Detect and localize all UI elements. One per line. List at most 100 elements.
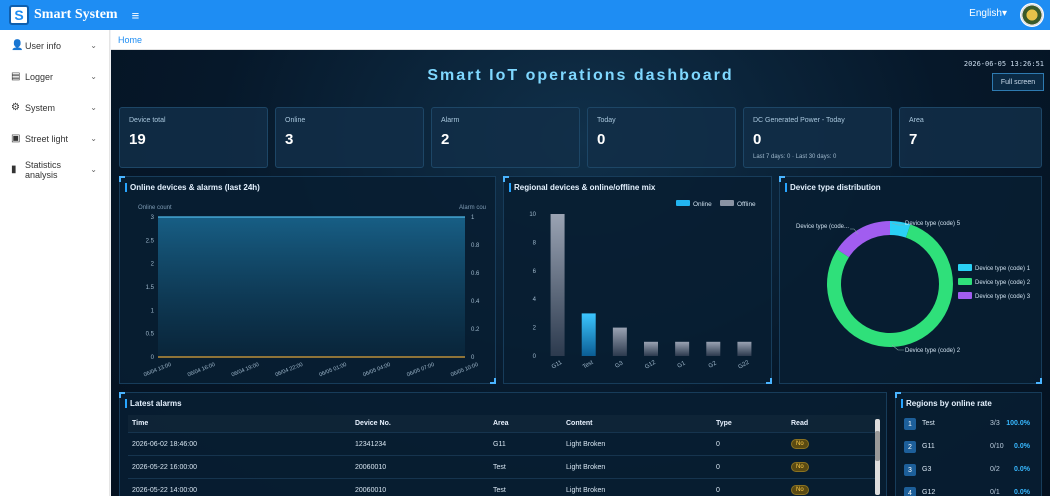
- sidebar-item-label: Logger: [25, 71, 54, 82]
- monitor-icon: ▣: [11, 133, 21, 144]
- legend-swatch-online: [676, 200, 690, 206]
- stat-value: 0: [753, 131, 762, 148]
- legend-label: Device type (code) 1: [975, 266, 1031, 272]
- stat-label: Area: [909, 117, 924, 124]
- online-area: [158, 217, 465, 357]
- bar-offline: [550, 214, 565, 356]
- y-tick-label: 0.5: [146, 332, 155, 338]
- callout-label: Device type (code...: [796, 224, 849, 230]
- y2-tick-label: 0.4: [471, 299, 480, 305]
- sidebar: 👤 User info ⌄ ▤ Logger ⌄ ⚙ System ⌄ ▣ St…: [0, 30, 110, 496]
- page-title: Smart IoT operations dashboard: [427, 67, 734, 84]
- region-rate: 0.0%: [1014, 443, 1030, 450]
- panel-device-type: Device type distribution Device type (co…: [779, 176, 1042, 384]
- avatar[interactable]: [1020, 3, 1044, 27]
- cell-time: 2026-05-22 14:00:00: [132, 486, 197, 494]
- stat-label: DC Generated Power - Today: [753, 117, 845, 124]
- chevron-down-icon: ⌄: [90, 103, 97, 112]
- table-row[interactable]: 2026-05-22 14:00:00 20060010 Test Light …: [128, 479, 880, 496]
- x-tick-label: G11: [551, 359, 564, 370]
- stat-card-device-total: Device total 19: [119, 107, 268, 168]
- cell-content: Light Broken: [566, 440, 606, 448]
- cell-area: G11: [493, 440, 506, 448]
- datetime-display: 2026-06-05 13:26:51: [963, 60, 1044, 68]
- stat-label: Device total: [129, 117, 166, 124]
- cell-time: 2026-05-22 16:00:00: [132, 463, 197, 471]
- fullscreen-button[interactable]: Full screen: [992, 73, 1044, 91]
- scrollbar-thumb[interactable]: [875, 431, 880, 461]
- device-type-donut-chart: Device type (code) 5 Device type (code...…: [796, 221, 1031, 354]
- menu-toggle-icon[interactable]: ≡: [132, 8, 140, 23]
- column-header: Read: [791, 420, 809, 427]
- stat-card-area: Area 7: [899, 107, 1042, 168]
- app-logo: S: [9, 5, 29, 25]
- x-tick-label: G2: [708, 360, 719, 370]
- bar-offline: [675, 341, 690, 356]
- stat-card-dc-power: DC Generated Power - Today 0 Last 7 days…: [743, 107, 892, 168]
- legend-swatch: [958, 264, 972, 271]
- cell-content: Light Broken: [566, 486, 606, 494]
- sidebar-item-logger[interactable]: ▤ Logger ⌄: [0, 61, 109, 92]
- y2-tick-label: 0.8: [471, 243, 480, 249]
- region-rate: 0.0%: [1014, 489, 1030, 496]
- stat-subtext: Last 7 days: 0 · Last 30 days: 0: [753, 154, 837, 160]
- region-name: Test: [922, 420, 935, 427]
- x-tick-label: 06/05 04:00: [362, 362, 391, 378]
- region-rate: 0.0%: [1014, 466, 1030, 473]
- region-name: G12: [922, 489, 936, 496]
- y2-tick-label: 0.2: [471, 327, 480, 333]
- chevron-down-icon: ⌄: [90, 134, 97, 143]
- stat-value: 0: [597, 131, 606, 148]
- sidebar-item-street-light[interactable]: ▣ Street light ⌄: [0, 123, 109, 154]
- sidebar-item-system[interactable]: ⚙ System ⌄: [0, 92, 109, 123]
- brand-name: Smart System: [34, 7, 118, 22]
- read-status-badge: No: [791, 462, 809, 472]
- panel-title: Latest alarms: [130, 399, 182, 408]
- sidebar-item-statistics-analysis[interactable]: ▮ Statistics analysis ⌄: [0, 154, 109, 185]
- bar-offline: [612, 327, 627, 356]
- panel-regions-online-rate: Regions by online rate 1 Test 3/3 100.0%…: [895, 392, 1042, 496]
- bar-offline: [644, 341, 658, 356]
- chevron-down-icon: ⌄: [90, 41, 97, 50]
- legend-label: Device type (code) 3: [975, 294, 1031, 300]
- panel-regional: Regional devices & online/offline mix 02…: [503, 176, 772, 384]
- region-rank: 3: [904, 464, 916, 476]
- region-count: 0/10: [990, 443, 1004, 450]
- stat-label: Online: [285, 117, 306, 124]
- breadcrumb: Home: [111, 30, 1050, 50]
- y-tick-label: 2: [151, 262, 155, 268]
- chevron-down-icon: ⌄: [90, 165, 97, 174]
- table-row[interactable]: 2026-05-22 16:00:00 20060010 Test Light …: [128, 456, 880, 479]
- x-tick-label: 06/04 13:00: [143, 362, 172, 378]
- region-name: G11: [922, 443, 935, 450]
- y-tick-label: 0: [151, 355, 155, 361]
- cell-time: 2026-06-02 18:46:00: [132, 440, 197, 448]
- table-row[interactable]: 2026-06-02 18:46:00 12341234 G11 Light B…: [128, 433, 880, 456]
- region-rank: 4: [904, 487, 916, 496]
- read-status-badge: No: [791, 485, 809, 495]
- sidebar-item-label: User info: [25, 40, 62, 51]
- x-tick-label: Test: [582, 360, 595, 371]
- stat-card-today: Today 0: [587, 107, 736, 168]
- alarms-table: Time Device No. Area Content Type Read 2…: [128, 415, 880, 496]
- x-tick-label: G3: [614, 360, 625, 370]
- stat-value: 7: [909, 131, 918, 148]
- legend-swatch: [958, 278, 972, 285]
- language-selector[interactable]: English▾: [969, 8, 1007, 19]
- column-header: Area: [493, 420, 509, 427]
- y2-tick-label: 0.6: [471, 271, 480, 277]
- alarms-scrollbar[interactable]: [875, 419, 880, 495]
- breadcrumb-home[interactable]: Home: [118, 35, 142, 45]
- region-count: 0/1: [990, 489, 1000, 496]
- calendar-icon: ▤: [11, 71, 21, 82]
- stat-card-online: Online 3: [275, 107, 424, 168]
- region-rate: 100.0%: [1006, 420, 1030, 427]
- stat-value: 2: [441, 131, 450, 148]
- sidebar-item-user-info[interactable]: 👤 User info ⌄: [0, 30, 109, 61]
- bar-offline: [706, 341, 721, 356]
- table-header-row: Time Device No. Area Content Type Read: [128, 415, 880, 433]
- region-rank: 2: [904, 441, 916, 453]
- regional-bar-chart: 0 2 4 6 8 10 G11 Test G3 G12 G1 G2 G22 Online Offline: [529, 200, 756, 371]
- y-tick-label: 4: [533, 297, 537, 303]
- y-tick-label: 2.5: [146, 238, 155, 244]
